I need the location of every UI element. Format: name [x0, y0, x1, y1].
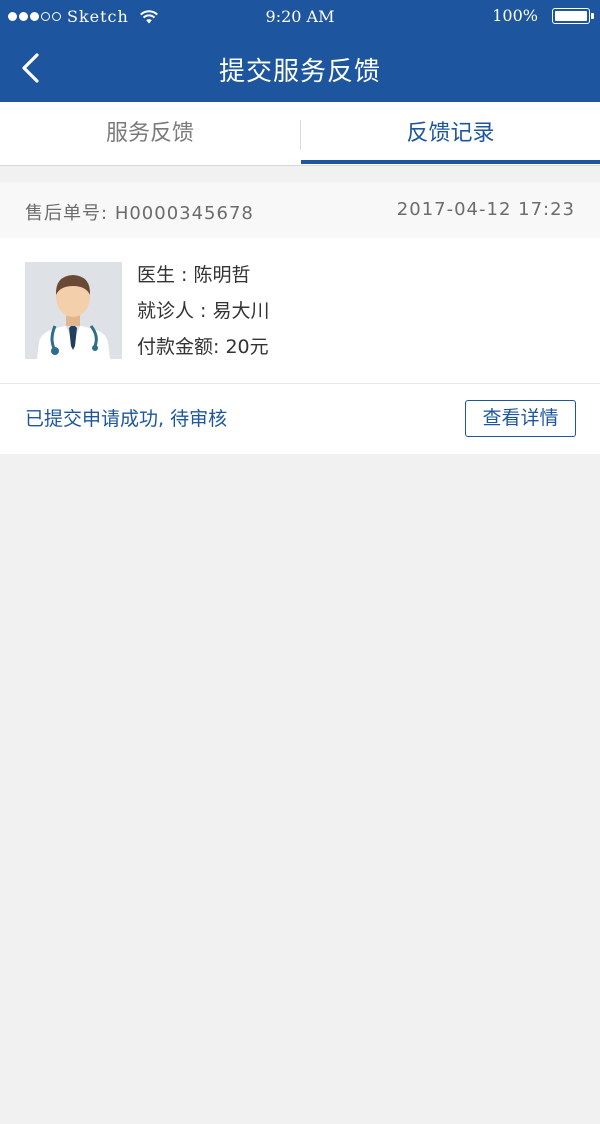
amount-row: 付款金额: 20元: [137, 334, 270, 370]
order-datetime: 2017-04-12 17:23: [396, 199, 575, 220]
tab-feedback-records[interactable]: 反馈记录: [301, 102, 600, 166]
record-info: 医生 : 陈明哲 就诊人 : 易大川 付款金额: 20元: [137, 262, 270, 370]
order-number-label: 售后单号:: [25, 203, 109, 224]
order-number-value: H0000345678: [114, 203, 254, 224]
patient-row: 就诊人 : 易大川: [137, 298, 270, 334]
order-number: 售后单号: H0000345678: [25, 199, 254, 225]
status-right: 100%: [492, 6, 594, 25]
page-title: 提交服务反馈: [218, 57, 381, 87]
battery-level: [555, 10, 587, 21]
status-bar: Sketch 9:20 AM 100%: [0, 0, 600, 34]
app-header: Sketch 9:20 AM 100% 提交服务反馈: [0, 0, 600, 102]
card-divider: [0, 383, 600, 384]
active-tab-indicator: [301, 160, 600, 164]
doctor-row: 医生 : 陈明哲: [137, 262, 270, 298]
view-details-button[interactable]: 查看详情: [465, 400, 576, 437]
feedback-record-card: 医生 : 陈明哲 就诊人 : 易大川 付款金额: 20元 已提交申请成功, 待审…: [0, 238, 600, 454]
order-header: 售后单号: H0000345678 2017-04-12 17:23: [0, 182, 600, 238]
tab-service-feedback[interactable]: 服务反馈: [0, 102, 300, 166]
patient-name: 易大川: [212, 300, 270, 322]
doctor-label: 医生 :: [137, 264, 188, 286]
tab-bar: 服务反馈 反馈记录: [0, 102, 600, 166]
battery-icon: [552, 7, 594, 24]
battery-percent: 100%: [492, 6, 538, 25]
doctor-name: 陈明哲: [193, 264, 251, 286]
nav-bar: 提交服务反馈: [0, 34, 600, 102]
review-status: 已提交申请成功, 待审核: [25, 408, 228, 430]
amount-value: 20元: [225, 336, 269, 358]
amount-label: 付款金额:: [137, 336, 220, 358]
patient-label: 就诊人 :: [137, 300, 207, 322]
doctor-avatar-icon: [25, 262, 122, 359]
